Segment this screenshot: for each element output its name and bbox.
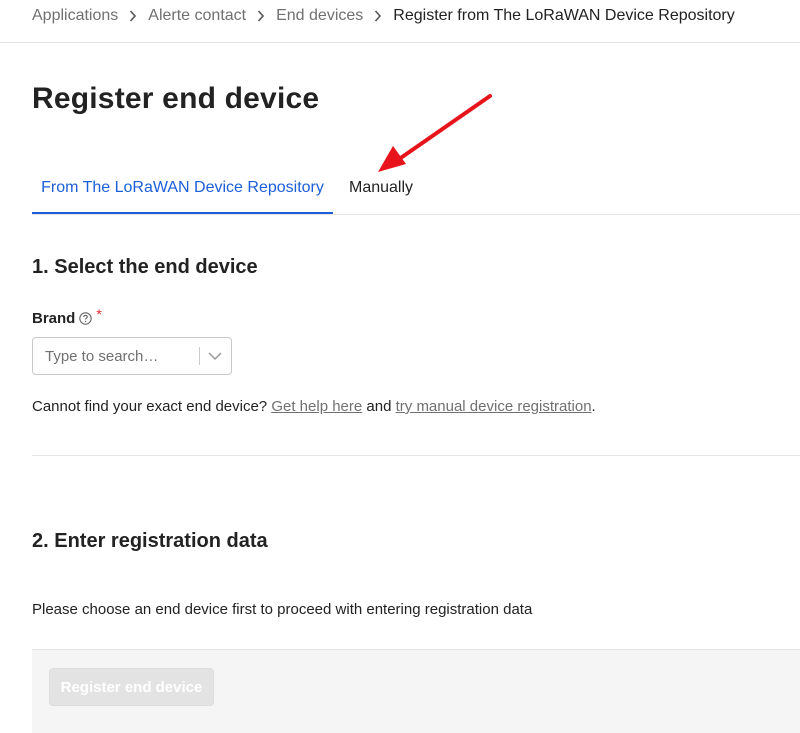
- tab-bar: From The LoRaWAN Device Repository Manua…: [32, 166, 800, 215]
- chevron-right-icon: [118, 7, 148, 25]
- chevron-down-icon[interactable]: [205, 347, 225, 365]
- select-separator: [199, 347, 200, 365]
- manual-registration-link[interactable]: try manual device registration: [396, 398, 592, 415]
- form-footer: Register end device: [32, 649, 800, 733]
- get-help-link[interactable]: Get help here: [271, 398, 362, 415]
- registration-info-text: Please choose an end device first to pro…: [32, 601, 533, 618]
- help-text-suffix: .: [591, 398, 596, 415]
- chevron-right-icon: [246, 7, 276, 25]
- brand-label-text: Brand: [32, 310, 76, 327]
- section-divider: [32, 455, 800, 456]
- tab-device-repository[interactable]: From The LoRaWAN Device Repository: [32, 166, 333, 215]
- header-divider: [0, 42, 800, 43]
- breadcrumb-application[interactable]: Alerte contact: [148, 7, 246, 25]
- device-help-text: Cannot find your exact end device? Get h…: [32, 398, 596, 415]
- breadcrumb-end-devices[interactable]: End devices: [276, 7, 363, 25]
- register-end-device-page: Applications Alerte contact End devices …: [0, 0, 800, 733]
- tabs-divider: [32, 214, 800, 215]
- breadcrumb-current: Register from The LoRaWAN Device Reposit…: [393, 7, 735, 24]
- help-text-prefix: Cannot find your exact end device?: [32, 398, 272, 415]
- question-circle-icon[interactable]: [79, 312, 93, 325]
- red-arrow-icon: [378, 94, 492, 172]
- section-select-device-title: 1. Select the end device: [32, 256, 258, 278]
- brand-label: Brand *: [32, 306, 102, 328]
- tab-manually[interactable]: Manually: [333, 166, 429, 212]
- required-marker: *: [96, 305, 102, 322]
- page-title: Register end device: [32, 82, 320, 115]
- chevron-right-icon: [363, 7, 393, 25]
- breadcrumb: Applications Alerte contact End devices …: [32, 6, 735, 26]
- breadcrumb-applications[interactable]: Applications: [32, 7, 118, 25]
- brand-select[interactable]: [32, 337, 232, 375]
- help-text-middle: and: [362, 398, 396, 415]
- brand-search-input[interactable]: [45, 338, 195, 374]
- register-end-device-button[interactable]: Register end device: [49, 668, 214, 706]
- section-registration-data-title: 2. Enter registration data: [32, 530, 268, 552]
